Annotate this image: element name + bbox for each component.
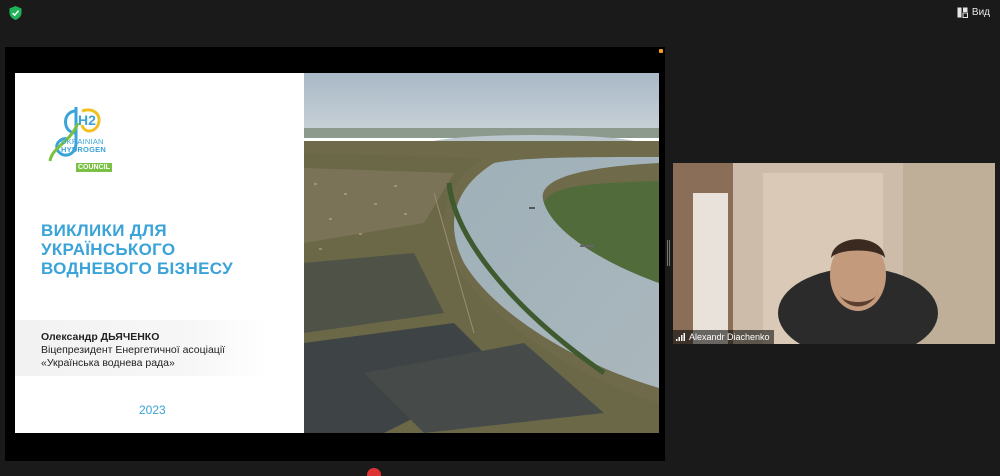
slide-text-panel: H2 UKRAINIAN HYDROGEN COUNCIL ВИКЛИКИ ДЛ… bbox=[15, 73, 304, 433]
author-role-line-2: «Українська воднева рада» bbox=[41, 357, 175, 369]
view-label: Вид bbox=[971, 6, 990, 18]
participant-video-tile[interactable]: Alexandr Diachenko bbox=[673, 163, 995, 344]
security-shield-icon[interactable] bbox=[9, 6, 22, 20]
author-role: Віцепрезидент Енергетичної асоціації «Ук… bbox=[41, 344, 281, 370]
participant-name-label: Alexandr Diachenko bbox=[673, 330, 774, 344]
panel-resize-handle[interactable] bbox=[667, 240, 670, 266]
presentation-slide: H2 UKRAINIAN HYDROGEN COUNCIL ВИКЛИКИ ДЛ… bbox=[15, 73, 659, 433]
participant-video-feed bbox=[673, 163, 995, 344]
logo-wordmark: UKRAINIAN HYDROGEN bbox=[61, 138, 106, 154]
title-line-3: ВОДНЕВОГО БІЗНЕСУ bbox=[41, 259, 233, 278]
slide-title: ВИКЛИКИ ДЛЯ УКРАЇНСЬКОГО ВОДНЕВОГО БІЗНЕ… bbox=[41, 221, 291, 278]
recording-indicator[interactable] bbox=[367, 468, 381, 476]
grid-view-icon bbox=[957, 7, 968, 18]
view-button[interactable]: Вид bbox=[957, 4, 990, 20]
logo-council-badge: COUNCIL bbox=[76, 163, 112, 172]
author-name: Олександр ДЬЯЧЕНКО bbox=[41, 331, 160, 343]
participant-name: Alexandr Diachenko bbox=[689, 332, 770, 342]
aerial-river-photo bbox=[304, 73, 659, 433]
h2-mark: H2 bbox=[78, 112, 96, 128]
signal-bars-icon bbox=[676, 333, 685, 341]
title-line-2: УКРАЇНСЬКОГО bbox=[41, 240, 176, 259]
screen-share-area[interactable]: H2 UKRAINIAN HYDROGEN COUNCIL ВИКЛИКИ ДЛ… bbox=[5, 47, 665, 461]
title-line-1: ВИКЛИКИ ДЛЯ bbox=[41, 221, 167, 240]
slide-year: 2023 bbox=[139, 403, 166, 417]
author-role-line-1: Віцепрезидент Енергетичної асоціації bbox=[41, 344, 226, 356]
share-indicator bbox=[659, 49, 663, 53]
top-bar: Вид bbox=[0, 0, 1000, 26]
logo-line-hydrogen: HYDROGEN bbox=[61, 145, 106, 154]
